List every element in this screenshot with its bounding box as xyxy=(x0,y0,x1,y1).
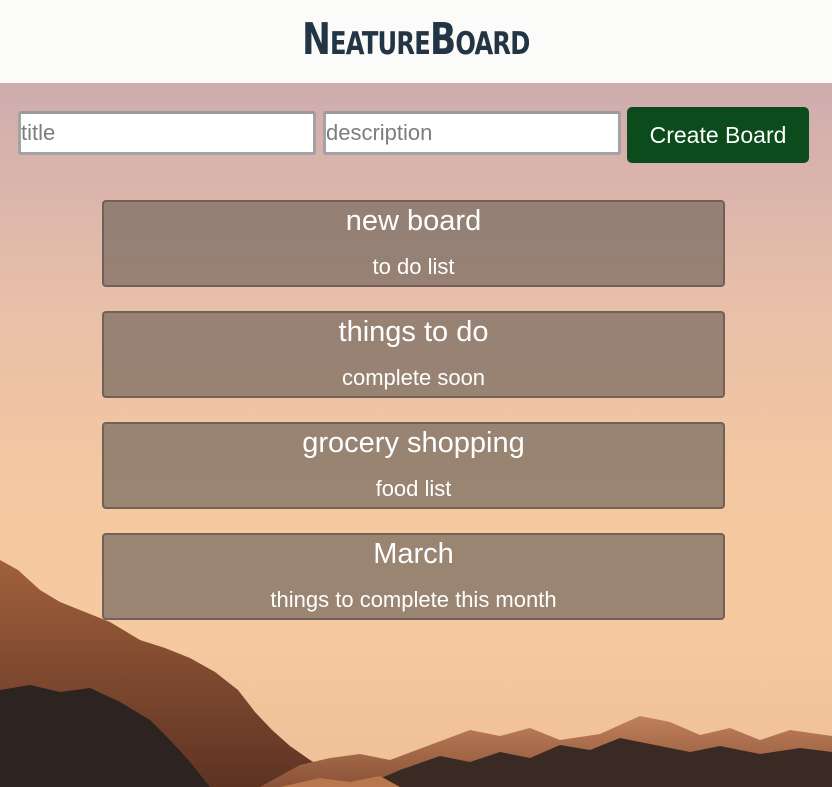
board-description: complete soon xyxy=(341,365,486,390)
title-input[interactable] xyxy=(18,111,316,155)
app-logo: NeatureBoard xyxy=(302,14,530,65)
board-description: food list xyxy=(375,476,452,501)
create-board-form: Create Board xyxy=(18,107,810,163)
board-card[interactable]: things to do complete soon xyxy=(102,311,725,398)
create-board-button[interactable]: Create Board xyxy=(627,107,809,163)
board-title: new board xyxy=(345,205,482,237)
board-card[interactable]: March things to complete this month xyxy=(102,533,725,620)
board-title: March xyxy=(373,538,454,570)
board-card[interactable]: grocery shopping food list xyxy=(102,422,725,509)
description-input[interactable] xyxy=(323,111,621,155)
board-description: things to complete this month xyxy=(270,587,557,612)
board-card[interactable]: new board to do list xyxy=(102,200,725,287)
app-header: NeatureBoard xyxy=(0,0,832,83)
board-list: new board to do list things to do comple… xyxy=(102,200,725,644)
board-description: to do list xyxy=(372,254,455,279)
board-title: things to do xyxy=(338,316,489,348)
board-title: grocery shopping xyxy=(302,427,525,459)
